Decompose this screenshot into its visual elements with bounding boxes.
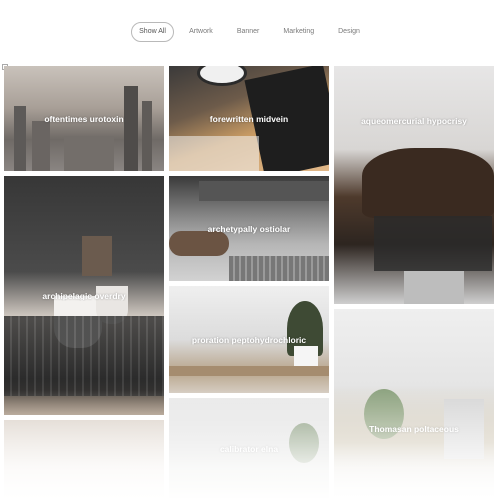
portfolio-item-title: archipelagic overdry <box>42 290 126 301</box>
portfolio-item-title: forewritten midvein <box>209 113 289 124</box>
coffee-grinder-photo <box>334 66 494 304</box>
portfolio-item[interactable]: calibrator elna <box>169 398 329 500</box>
portfolio-item-title: proration peptohydrochloric <box>191 334 307 345</box>
portfolio-item[interactable]: archetypally ostiolar <box>169 176 329 281</box>
portfolio-grid: oftentimes urotoxin forewritten midvein … <box>0 0 500 500</box>
portfolio-item-title: calibrator elna <box>219 444 279 454</box>
portfolio-item[interactable]: proration peptohydrochloric <box>169 286 329 393</box>
portfolio-item[interactable] <box>4 420 164 500</box>
cafe-table-photo <box>334 309 494 500</box>
portfolio-item[interactable]: oftentimes urotoxin <box>4 66 164 171</box>
portfolio-item[interactable]: Thomasan poltaceous <box>334 309 494 500</box>
portfolio-item-title: archetypally ostiolar <box>207 223 291 234</box>
portfolio-item[interactable]: aqueomercurial hypocrisy <box>334 66 494 304</box>
portfolio-photo <box>4 420 164 500</box>
portfolio-item-title: Thomasan poltaceous <box>369 424 459 434</box>
portfolio-item[interactable]: forewritten midvein <box>169 66 329 171</box>
portfolio-item-title: aqueomercurial hypocrisy <box>361 116 467 126</box>
portfolio-item-title: oftentimes urotoxin <box>44 113 124 124</box>
portfolio-item[interactable]: archipelagic overdry <box>4 176 164 415</box>
